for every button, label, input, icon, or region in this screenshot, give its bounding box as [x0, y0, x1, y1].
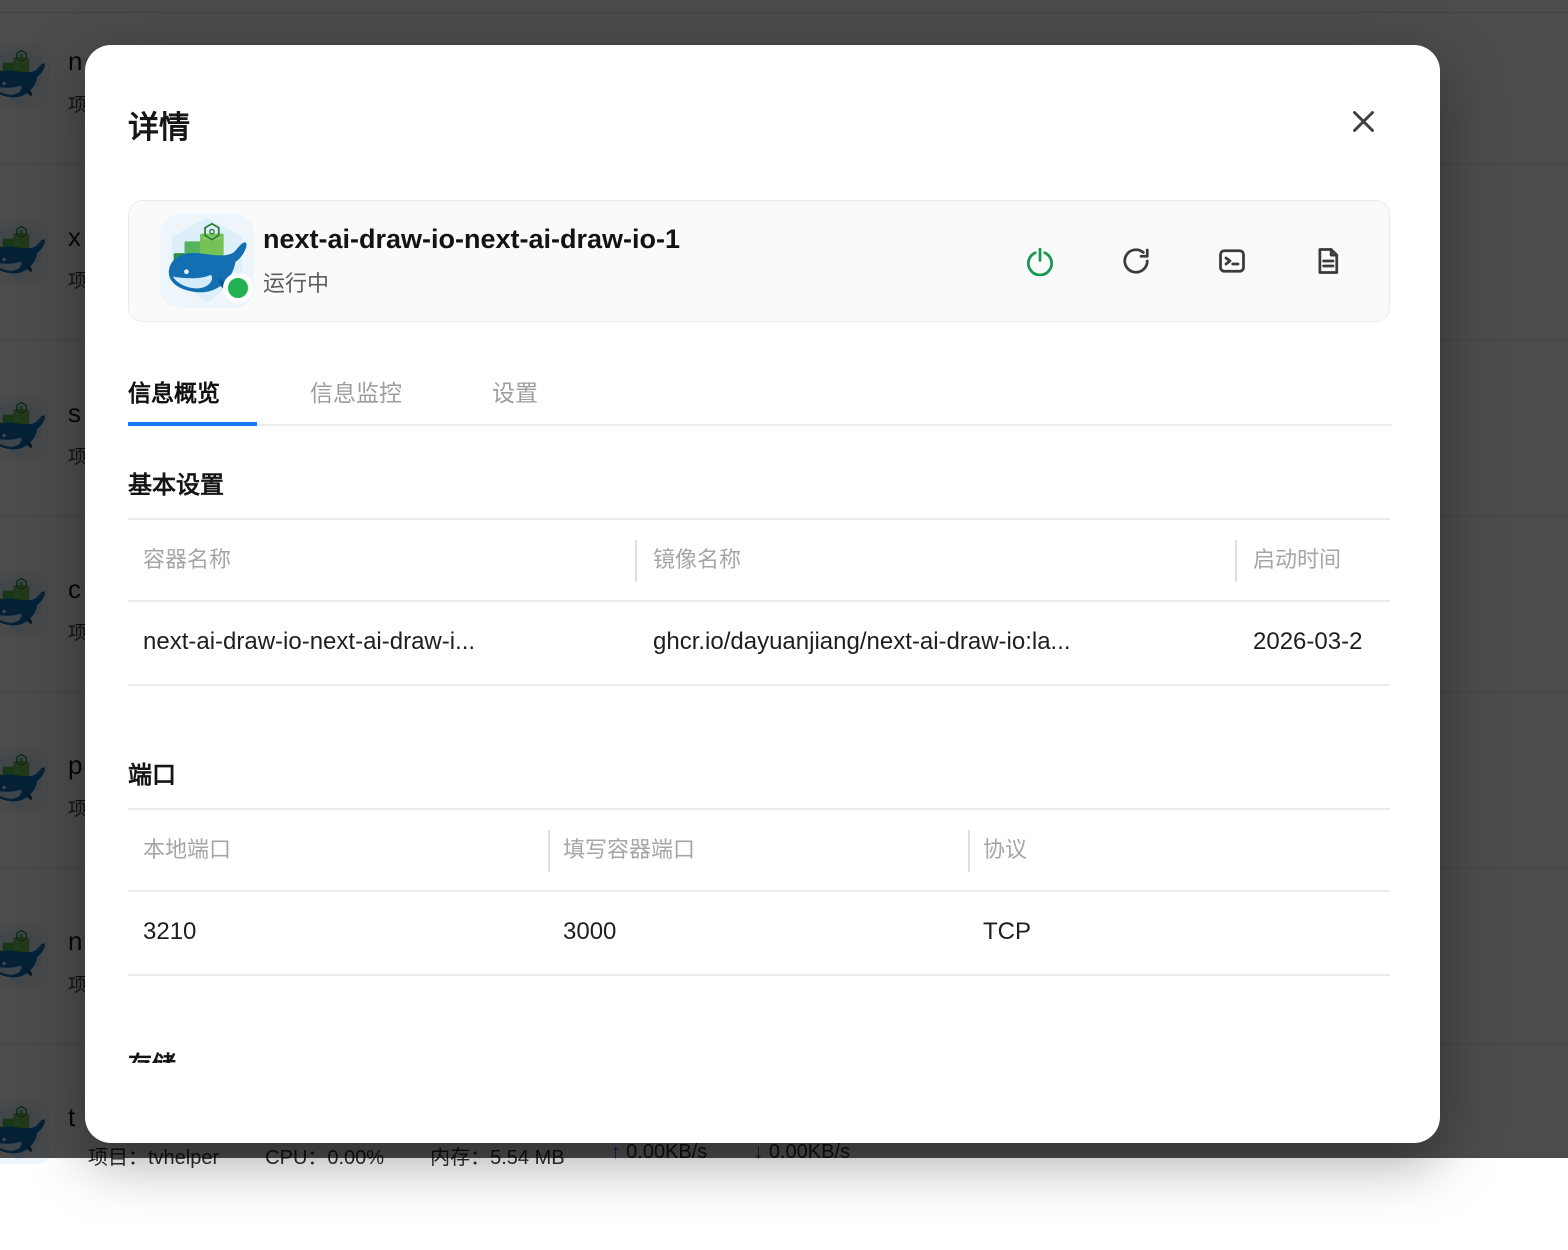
column-divider — [635, 540, 637, 582]
power-icon — [1027, 247, 1053, 276]
col-start-time: 启动时间 — [1253, 547, 1342, 572]
column-divider — [968, 830, 970, 872]
modal-body: 详情 next-ai-draw-io-next-ai-draw-io-1 运行中 — [85, 45, 1440, 1063]
power-button[interactable] — [1023, 244, 1057, 278]
storage-heading: 存储 — [128, 1045, 176, 1063]
col-image-name: 镜像名称 — [653, 547, 742, 572]
modal-title: 详情 — [128, 110, 190, 145]
column-divider — [1235, 540, 1237, 582]
cell-container-port: 3000 — [563, 918, 617, 945]
details-modal: 详情 next-ai-draw-io-next-ai-draw-io-1 运行中 — [85, 45, 1440, 1143]
container-name: next-ai-draw-io-next-ai-draw-io-1 — [263, 224, 681, 254]
cell-local-port: 3210 — [143, 918, 197, 945]
ports-table: 本地端口 填写容器端口 协议 3210 3000 TCP — [128, 808, 1390, 976]
status-label: 运行中 — [263, 271, 330, 296]
terminal-button[interactable] — [1215, 244, 1249, 278]
col-local-port: 本地端口 — [143, 837, 232, 862]
column-divider — [548, 830, 550, 872]
cell-image-name: ghcr.io/dayuanjiang/next-ai-draw-io:la..… — [653, 628, 1071, 655]
tab-info-monitoring[interactable]: 信息监控 — [310, 365, 439, 424]
restart-button[interactable] — [1119, 244, 1153, 278]
col-container-name: 容器名称 — [143, 547, 232, 572]
close-icon — [1352, 110, 1374, 132]
card-actions — [1023, 201, 1345, 321]
cell-container-name: next-ai-draw-io-next-ai-draw-i... — [143, 628, 476, 655]
cell-start-time: 2026-03-2 — [1253, 628, 1363, 655]
container-card: next-ai-draw-io-next-ai-draw-io-1 运行中 — [128, 200, 1390, 322]
basic-settings-heading: 基本设置 — [128, 472, 224, 499]
basic-settings-table: 容器名称 镜像名称 启动时间 next-ai-draw-io-next-ai-d… — [128, 518, 1390, 686]
terminal-icon — [1219, 249, 1245, 273]
tab-settings[interactable]: 设置 — [492, 365, 575, 424]
col-container-port: 填写容器端口 — [563, 837, 696, 862]
col-protocol: 协议 — [983, 837, 1028, 862]
restart-icon — [1123, 248, 1149, 274]
tab-info-overview[interactable]: 信息概览 — [128, 365, 257, 426]
detail-tabs: 信息概览 信息监控 设置 — [128, 365, 1392, 426]
table-header-row: 本地端口 填写容器端口 协议 — [128, 808, 1390, 892]
cell-protocol: TCP — [983, 918, 1031, 945]
logs-button[interactable] — [1311, 244, 1345, 278]
ports-heading: 端口 — [128, 762, 176, 789]
table-header-row: 容器名称 镜像名称 启动时间 — [128, 518, 1390, 602]
table-row: 3210 3000 TCP — [128, 892, 1390, 976]
logs-icon — [1318, 248, 1339, 274]
table-row: next-ai-draw-io-next-ai-draw-i... ghcr.i… — [128, 602, 1390, 686]
status-dot — [223, 273, 253, 303]
close-button[interactable] — [1341, 99, 1385, 143]
